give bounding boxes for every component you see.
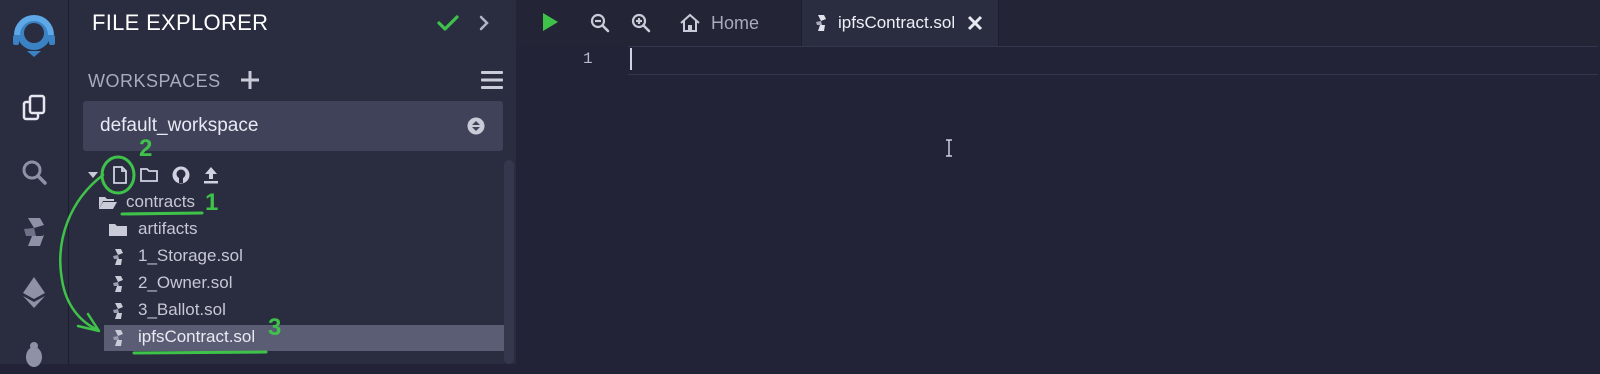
- annotation-underline-contracts: [120, 211, 204, 216]
- annotation-underline-ipfscontract: [132, 350, 268, 355]
- annotation-step-3: 3: [268, 314, 282, 341]
- annotation-step-1: 1: [205, 189, 219, 216]
- annotation-circle: [100, 155, 136, 195]
- annotation-overlay: [59, 155, 268, 355]
- annotation-step-2: 2: [139, 135, 153, 162]
- annotation-arrow: [59, 173, 105, 332]
